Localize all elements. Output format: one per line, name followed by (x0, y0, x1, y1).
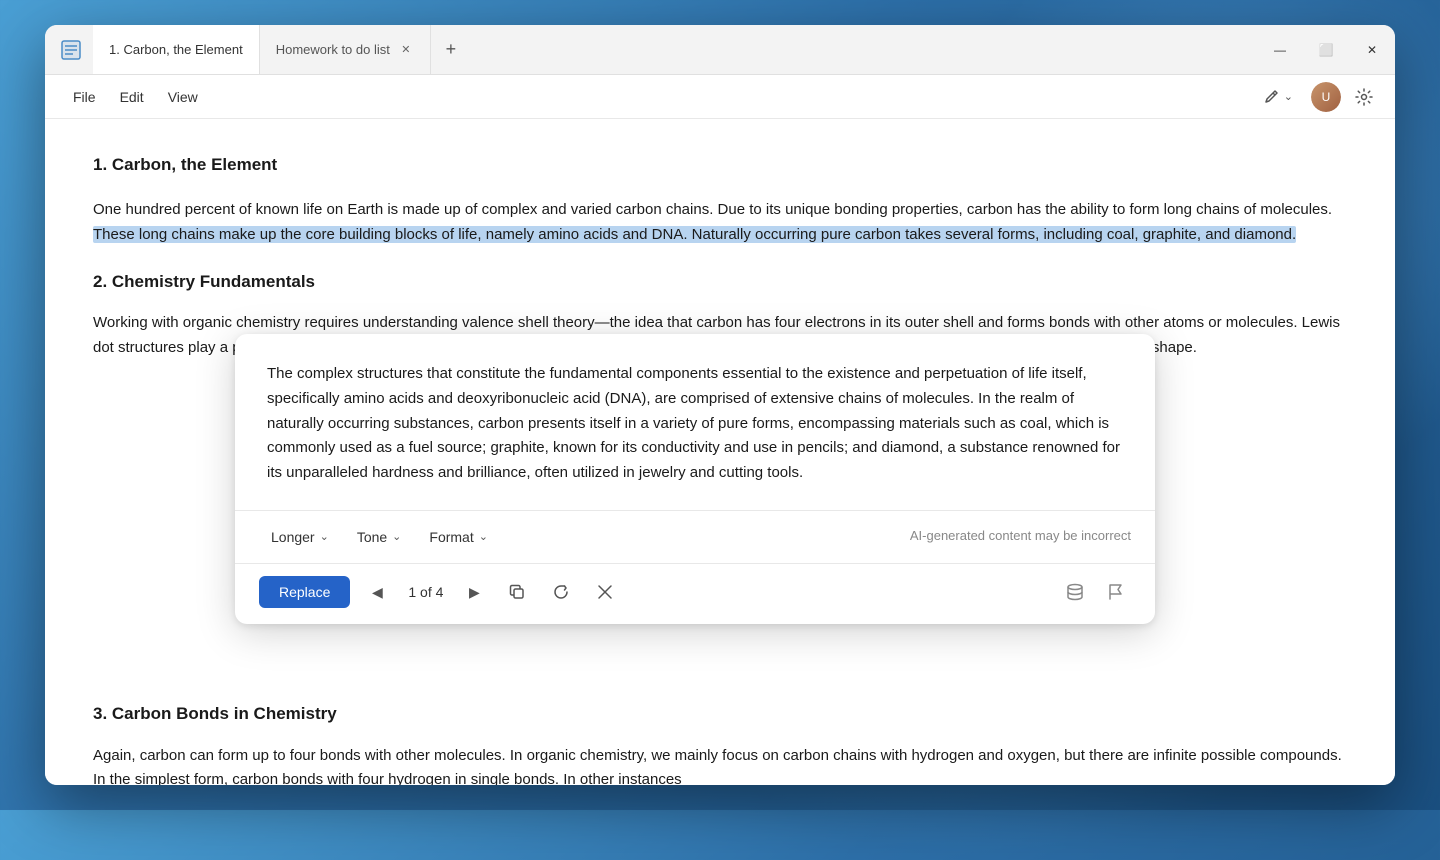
tone-chevron: ⌄ (392, 530, 401, 543)
avatar[interactable]: U (1311, 82, 1341, 112)
settings-icon[interactable] (1349, 82, 1379, 112)
app-icon (57, 36, 85, 64)
format-label: Format (429, 529, 473, 545)
tab-carbon-label: 1. Carbon, the Element (109, 42, 243, 57)
avatar-image: U (1311, 82, 1341, 112)
close-icon (597, 584, 613, 600)
ai-toolbar: Longer ⌄ Tone ⌄ Format ⌄ AI-generated co… (235, 510, 1155, 563)
prev-suggestion-button[interactable]: ◀ (362, 577, 392, 607)
format-chevron: ⌄ (479, 530, 488, 543)
refresh-button[interactable] (545, 576, 577, 608)
ai-generated-content: The complex structures that constitute t… (235, 334, 1155, 510)
ai-actions: Replace ◀ 1 of 4 ▶ (235, 563, 1155, 624)
pen-chevron: ⌄ (1284, 90, 1293, 103)
close-button[interactable]: ✕ (1349, 25, 1395, 75)
flag-icon (1105, 582, 1125, 602)
menubar-right: ⌄ U (1252, 82, 1379, 112)
para1-highlight: These long chains make up the core build… (93, 226, 1296, 243)
replace-button[interactable]: Replace (259, 576, 350, 608)
tab-homework[interactable]: Homework to do list ✕ (260, 25, 431, 74)
copy-button[interactable] (501, 576, 533, 608)
tone-label: Tone (357, 529, 387, 545)
menu-view[interactable]: View (156, 83, 210, 111)
window-controls: — ⬜ ✕ (1257, 25, 1395, 75)
ai-text: The complex structures that constitute t… (267, 365, 1120, 481)
ai-disclaimer: AI-generated content may be incorrect (910, 526, 1131, 547)
longer-label: Longer (271, 529, 315, 545)
refresh-icon (552, 583, 570, 601)
database-icon-btn[interactable] (1059, 576, 1091, 608)
app-window: 1. Carbon, the Element Homework to do li… (45, 25, 1395, 785)
copy-icon (508, 583, 526, 601)
menu-edit[interactable]: Edit (108, 83, 156, 111)
doc-heading-3: 3. Carbon Bonds in Chemistry (93, 700, 1347, 727)
tab-homework-label: Homework to do list (276, 42, 390, 57)
doc-heading-1: 1. Carbon, the Element (93, 151, 1347, 178)
minimize-button[interactable]: — (1257, 25, 1303, 75)
menubar: File Edit View ⌄ U (45, 75, 1395, 119)
close-ai-button[interactable] (589, 576, 621, 608)
menu-file[interactable]: File (61, 83, 108, 111)
flag-icon-btn[interactable] (1099, 576, 1131, 608)
database-icon (1065, 582, 1085, 602)
next-suggestion-button[interactable]: ▶ (459, 577, 489, 607)
ai-popup: The complex structures that constitute t… (235, 334, 1155, 624)
document-content[interactable]: 1. Carbon, the Element One hundred perce… (45, 119, 1395, 785)
tone-button[interactable]: Tone ⌄ (345, 523, 414, 551)
maximize-button[interactable]: ⬜ (1303, 25, 1349, 75)
pen-icon (1262, 88, 1280, 106)
titlebar: 1. Carbon, the Element Homework to do li… (45, 25, 1395, 75)
doc-paragraph-1: One hundred percent of known life on Ear… (93, 198, 1347, 248)
tab-new-button[interactable]: + (431, 25, 471, 74)
tab-carbon[interactable]: 1. Carbon, the Element (93, 25, 260, 74)
tab-homework-close[interactable]: ✕ (398, 42, 414, 58)
doc-paragraph-3: Again, carbon can form up to four bonds … (93, 744, 1347, 785)
format-button[interactable]: Format ⌄ (417, 523, 500, 551)
para1-start: One hundred percent of known life on Ear… (93, 201, 1332, 218)
longer-button[interactable]: Longer ⌄ (259, 523, 341, 551)
right-action-icons (1059, 576, 1131, 608)
suggestion-counter: 1 of 4 (404, 581, 447, 603)
longer-chevron: ⌄ (320, 530, 329, 543)
tabs-area: 1. Carbon, the Element Homework to do li… (93, 25, 1257, 74)
pen-toolbar-btn[interactable]: ⌄ (1252, 82, 1303, 112)
doc-heading-2: 2. Chemistry Fundamentals (93, 268, 1347, 295)
